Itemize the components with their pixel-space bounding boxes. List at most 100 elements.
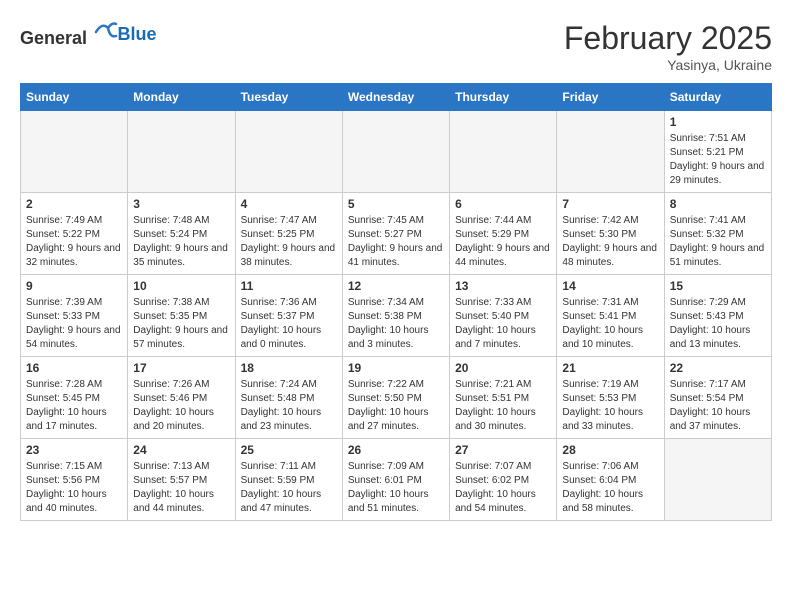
calendar-day-cell: 27 Sunrise: 7:07 AM Sunset: 6:02 PM Dayli… [450,439,557,521]
calendar-table: SundayMondayTuesdayWednesdayThursdayFrid… [20,83,772,521]
day-number: 4 [241,197,337,211]
logo-blue-text: Blue [118,24,157,44]
weekday-header: Wednesday [342,84,449,111]
calendar-day-cell: 3 Sunrise: 7:48 AM Sunset: 5:24 PM Daylig… [128,193,235,275]
day-number: 18 [241,361,337,375]
day-info: Sunrise: 7:06 AM Sunset: 6:04 PM Dayligh… [562,460,658,516]
calendar-day-cell: 14 Sunrise: 7:31 AM Sunset: 5:41 PM Dayli… [557,275,664,357]
calendar-day-cell: 11Sunrise: 7:36 AM Sunset: 5:37 PM Dayli… [235,275,342,357]
weekday-header: Tuesday [235,84,342,111]
title-area: February 2025 Yasinya, Ukraine [564,20,772,73]
day-number: 1 [670,115,766,129]
day-info: Sunrise: 7:11 AM Sunset: 5:59 PM Dayligh… [241,460,337,516]
day-info: Sunrise: 7:26 AM Sunset: 5:46 PM Dayligh… [133,378,229,434]
day-info: Sunrise: 7:47 AM Sunset: 5:25 PM Dayligh… [241,214,337,270]
day-number: 15 [670,279,766,293]
day-info: Sunrise: 7:45 AM Sunset: 5:27 PM Dayligh… [348,214,444,270]
calendar-day-cell: 8 Sunrise: 7:41 AM Sunset: 5:32 PM Daylig… [664,193,771,275]
weekday-header: Friday [557,84,664,111]
calendar-day-cell: 13Sunrise: 7:33 AM Sunset: 5:40 PM Dayli… [450,275,557,357]
day-info: Sunrise: 7:21 AM Sunset: 5:51 PM Dayligh… [455,378,551,434]
calendar-week-row: 16Sunrise: 7:28 AM Sunset: 5:45 PM Dayli… [21,357,772,439]
calendar-day-cell: 12 Sunrise: 7:34 AM Sunset: 5:38 PM Dayli… [342,275,449,357]
day-number: 3 [133,197,229,211]
calendar-week-row: 23Sunrise: 7:15 AM Sunset: 5:56 PM Dayli… [21,439,772,521]
day-info: Sunrise: 7:33 AM Sunset: 5:40 PM Dayligh… [455,296,551,352]
calendar-day-cell: 26 Sunrise: 7:09 AM Sunset: 6:01 PM Dayli… [342,439,449,521]
day-number: 26 [348,443,444,457]
calendar-day-cell: 28 Sunrise: 7:06 AM Sunset: 6:04 PM Dayli… [557,439,664,521]
day-number: 7 [562,197,658,211]
calendar-day-cell: 24Sunrise: 7:13 AM Sunset: 5:57 PM Dayli… [128,439,235,521]
weekday-header: Monday [128,84,235,111]
calendar-week-row: 2 Sunrise: 7:49 AM Sunset: 5:22 PM Daylig… [21,193,772,275]
calendar-day-cell: 15Sunrise: 7:29 AM Sunset: 5:43 PM Dayli… [664,275,771,357]
calendar-day-cell [450,111,557,193]
calendar-day-cell [128,111,235,193]
calendar-day-cell [342,111,449,193]
calendar-day-cell: 19 Sunrise: 7:22 AM Sunset: 5:50 PM Dayli… [342,357,449,439]
day-info: Sunrise: 7:39 AM Sunset: 5:33 PM Dayligh… [26,296,122,352]
calendar-week-row: 9 Sunrise: 7:39 AM Sunset: 5:33 PM Daylig… [21,275,772,357]
day-info: Sunrise: 7:49 AM Sunset: 5:22 PM Dayligh… [26,214,122,270]
calendar-day-cell: 20 Sunrise: 7:21 AM Sunset: 5:51 PM Dayli… [450,357,557,439]
day-info: Sunrise: 7:22 AM Sunset: 5:50 PM Dayligh… [348,378,444,434]
day-info: Sunrise: 7:44 AM Sunset: 5:29 PM Dayligh… [455,214,551,270]
day-info: Sunrise: 7:38 AM Sunset: 5:35 PM Dayligh… [133,296,229,352]
day-info: Sunrise: 7:17 AM Sunset: 5:54 PM Dayligh… [670,378,766,434]
calendar-day-cell: 10 Sunrise: 7:38 AM Sunset: 5:35 PM Dayli… [128,275,235,357]
day-number: 9 [26,279,122,293]
day-number: 10 [133,279,229,293]
day-info: Sunrise: 7:42 AM Sunset: 5:30 PM Dayligh… [562,214,658,270]
day-number: 27 [455,443,551,457]
day-number: 23 [26,443,122,457]
calendar-day-cell [664,439,771,521]
day-info: Sunrise: 7:28 AM Sunset: 5:45 PM Dayligh… [26,378,122,434]
calendar-day-cell: 23Sunrise: 7:15 AM Sunset: 5:56 PM Dayli… [21,439,128,521]
day-number: 17 [133,361,229,375]
day-number: 19 [348,361,444,375]
day-info: Sunrise: 7:34 AM Sunset: 5:38 PM Dayligh… [348,296,444,352]
day-number: 8 [670,197,766,211]
day-number: 20 [455,361,551,375]
weekday-header: Thursday [450,84,557,111]
day-info: Sunrise: 7:13 AM Sunset: 5:57 PM Dayligh… [133,460,229,516]
calendar-day-cell: 16Sunrise: 7:28 AM Sunset: 5:45 PM Dayli… [21,357,128,439]
calendar-day-cell [235,111,342,193]
day-info: Sunrise: 7:51 AM Sunset: 5:21 PM Dayligh… [670,132,766,188]
logo-icon [94,20,118,44]
day-info: Sunrise: 7:48 AM Sunset: 5:24 PM Dayligh… [133,214,229,270]
page-title: February 2025 [564,20,772,57]
day-number: 28 [562,443,658,457]
calendar-day-cell: 17 Sunrise: 7:26 AM Sunset: 5:46 PM Dayli… [128,357,235,439]
weekday-header: Saturday [664,84,771,111]
calendar-day-cell: 2 Sunrise: 7:49 AM Sunset: 5:22 PM Daylig… [21,193,128,275]
day-info: Sunrise: 7:41 AM Sunset: 5:32 PM Dayligh… [670,214,766,270]
logo: General Blue [20,20,157,49]
calendar-day-cell: 9 Sunrise: 7:39 AM Sunset: 5:33 PM Daylig… [21,275,128,357]
day-info: Sunrise: 7:09 AM Sunset: 6:01 PM Dayligh… [348,460,444,516]
calendar-day-cell [21,111,128,193]
day-number: 14 [562,279,658,293]
day-number: 5 [348,197,444,211]
calendar-day-cell: 5 Sunrise: 7:45 AM Sunset: 5:27 PM Daylig… [342,193,449,275]
calendar-day-cell: 4 Sunrise: 7:47 AM Sunset: 5:25 PM Daylig… [235,193,342,275]
day-number: 11 [241,279,337,293]
logo-general-text: General [20,28,87,48]
calendar-day-cell: 25Sunrise: 7:11 AM Sunset: 5:59 PM Dayli… [235,439,342,521]
day-number: 22 [670,361,766,375]
day-number: 2 [26,197,122,211]
day-number: 6 [455,197,551,211]
header: General Blue February 2025 Yasinya, Ukra… [20,20,772,73]
weekday-header: Sunday [21,84,128,111]
page-subtitle: Yasinya, Ukraine [564,57,772,73]
day-info: Sunrise: 7:19 AM Sunset: 5:53 PM Dayligh… [562,378,658,434]
calendar-header-row: SundayMondayTuesdayWednesdayThursdayFrid… [21,84,772,111]
calendar-day-cell: 1 Sunrise: 7:51 AM Sunset: 5:21 PM Daylig… [664,111,771,193]
day-info: Sunrise: 7:07 AM Sunset: 6:02 PM Dayligh… [455,460,551,516]
calendar-day-cell [557,111,664,193]
day-number: 21 [562,361,658,375]
day-info: Sunrise: 7:31 AM Sunset: 5:41 PM Dayligh… [562,296,658,352]
day-number: 12 [348,279,444,293]
calendar-day-cell: 18Sunrise: 7:24 AM Sunset: 5:48 PM Dayli… [235,357,342,439]
